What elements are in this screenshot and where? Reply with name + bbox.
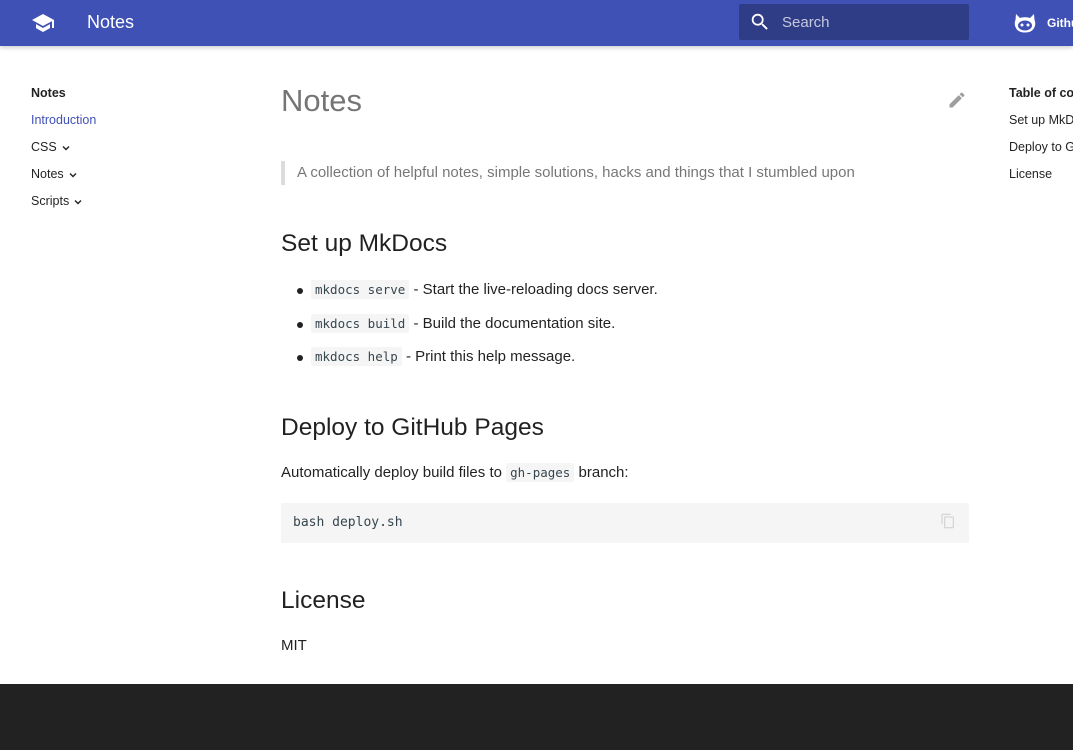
command-list: mkdocs serve - Start the live-reloading …: [281, 278, 658, 379]
table-of-contents: Table of contents Set up MkDocs Deploy t…: [1009, 84, 1073, 183]
toc-item-deploy[interactable]: Deploy to GitHub Pages: [1009, 138, 1073, 156]
site-title[interactable]: Notes: [87, 0, 134, 46]
heading-deploy-github-pages: Deploy to GitHub Pages: [281, 414, 544, 441]
header-bar: Notes Github: [0, 0, 1073, 46]
code-block-text: bash deploy.sh: [293, 515, 403, 530]
sidebar-nav: Notes Introduction CSS Notes Scripts: [31, 84, 231, 210]
nav-item-introduction[interactable]: Introduction: [31, 111, 231, 129]
nav-item-label: Introduction: [31, 113, 97, 127]
list-item-text: - Build the documentation site.: [409, 314, 616, 332]
repo-label: Github: [1047, 16, 1073, 30]
copy-icon[interactable]: [940, 513, 956, 529]
heading-setup-mkdocs: Set up MkDocs: [281, 230, 448, 257]
deploy-text-after: branch:: [574, 464, 629, 481]
toc-item-setup-mkdocs[interactable]: Set up MkDocs: [1009, 111, 1073, 129]
search-box[interactable]: [739, 4, 969, 40]
search-input[interactable]: [782, 4, 962, 40]
page-title: Notes: [281, 83, 362, 118]
code-block: bash deploy.sh: [281, 503, 969, 543]
deploy-paragraph: Automatically deploy build files to gh-p…: [281, 461, 629, 485]
inline-code: gh-pages: [506, 463, 575, 482]
list-item: mkdocs build - Build the documentation s…: [281, 312, 658, 336]
chevron-down-icon: [74, 199, 82, 205]
nav-title: Notes: [31, 86, 66, 100]
list-item-text: - Print this help message.: [401, 348, 576, 365]
footer: [0, 684, 1073, 750]
list-item: mkdocs help - Print this help message.: [281, 345, 658, 369]
inline-code: mkdocs build: [311, 313, 410, 333]
nav-item-label: CSS: [31, 140, 57, 154]
nav-item-label: Scripts: [31, 194, 70, 208]
list-item: mkdocs serve - Start the live-reloading …: [281, 278, 658, 302]
nav-item-scripts[interactable]: Scripts: [31, 192, 231, 210]
toc-item-license[interactable]: License: [1009, 165, 1073, 183]
inline-code: mkdocs serve: [311, 280, 410, 299]
deploy-text-before: Automatically deploy build files to: [281, 464, 507, 481]
toc-title: Table of contents: [1009, 86, 1073, 100]
description-blockquote: A collection of helpful notes, simple so…: [281, 161, 855, 185]
nav-item-css[interactable]: CSS: [31, 138, 231, 156]
school-icon[interactable]: [31, 11, 55, 35]
github-icon: [1014, 14, 1036, 33]
chevron-down-icon: [62, 145, 70, 151]
edit-icon[interactable]: [947, 90, 967, 110]
search-icon: [751, 13, 768, 30]
nav-item-label: Notes: [31, 167, 64, 181]
inline-code: mkdocs help: [311, 347, 402, 366]
list-item-text: - Start the live-reloading docs server.: [409, 281, 658, 298]
chevron-down-icon: [69, 172, 77, 178]
heading-license: License: [281, 587, 366, 614]
license-text: MIT: [281, 637, 307, 654]
nav-item-notes[interactable]: Notes: [31, 165, 231, 183]
